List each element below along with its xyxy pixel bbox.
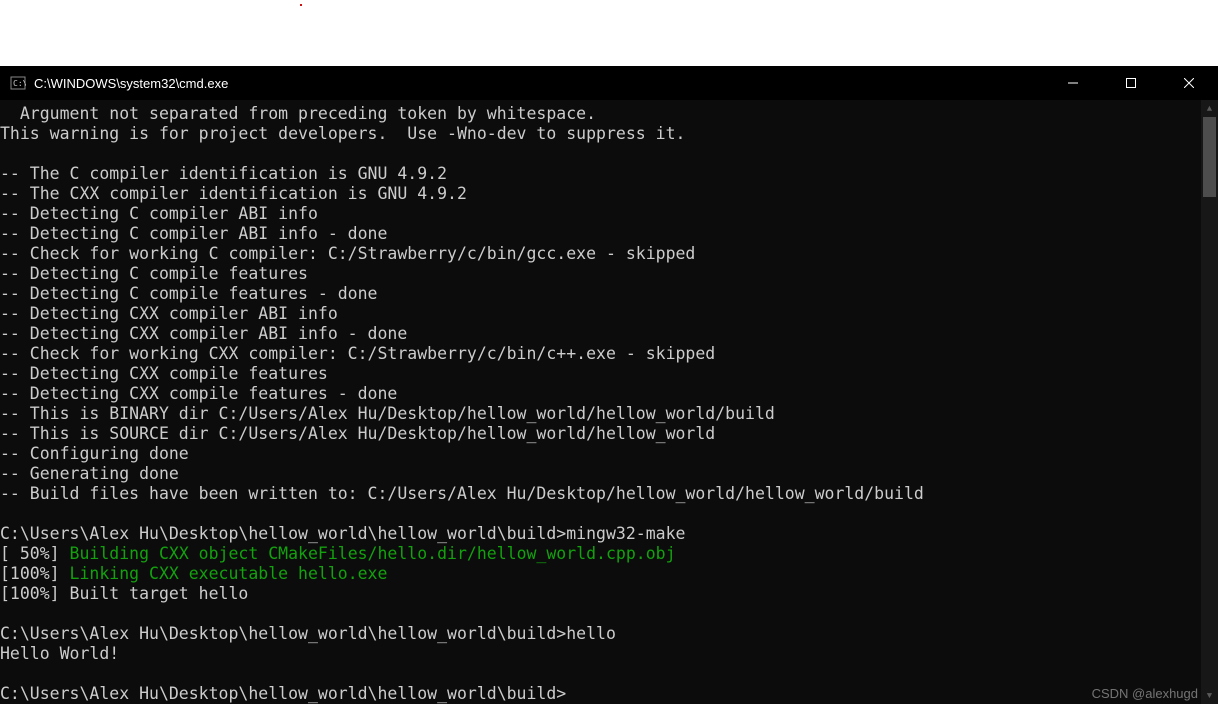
terminal-line: -- Configuring done <box>0 444 1201 464</box>
terminal-line <box>0 144 1201 164</box>
terminal-line: -- The C compiler identification is GNU … <box>0 164 1201 184</box>
terminal-line: -- Generating done <box>0 464 1201 484</box>
terminal-line: -- Check for working C compiler: C:/Stra… <box>0 244 1201 264</box>
window-title: C:\WINDOWS\system32\cmd.exe <box>34 76 228 91</box>
terminal-line: C:\Users\Alex Hu\Desktop\hellow_world\he… <box>0 624 1201 644</box>
scroll-thumb[interactable] <box>1203 117 1216 197</box>
terminal-output[interactable]: Argument not separated from preceding to… <box>0 100 1201 704</box>
terminal-line: This warning is for project developers. … <box>0 124 1201 144</box>
terminal-line: -- Detecting CXX compiler ABI info - don… <box>0 324 1201 344</box>
terminal-line <box>0 604 1201 624</box>
scroll-track[interactable] <box>1201 117 1218 687</box>
terminal-line: Argument not separated from preceding to… <box>0 104 1201 124</box>
terminal-line: -- Detecting C compile features <box>0 264 1201 284</box>
page-background <box>0 0 1218 66</box>
titlebar[interactable]: C:\ C:\WINDOWS\system32\cmd.exe <box>0 66 1218 100</box>
terminal-line: -- The CXX compiler identification is GN… <box>0 184 1201 204</box>
cmd-window: C:\ C:\WINDOWS\system32\cmd.exe Argument… <box>0 66 1218 704</box>
red-marker <box>300 4 302 6</box>
terminal-line: [100%] Built target hello <box>0 584 1201 604</box>
svg-text:C:\: C:\ <box>13 79 26 88</box>
terminal-line: -- Detecting CXX compile features <box>0 364 1201 384</box>
cmd-icon: C:\ <box>10 75 26 91</box>
terminal-line: -- Build files have been written to: C:/… <box>0 484 1201 504</box>
terminal-line <box>0 664 1201 684</box>
terminal-line: -- This is SOURCE dir C:/Users/Alex Hu/D… <box>0 424 1201 444</box>
maximize-button[interactable] <box>1102 66 1160 100</box>
terminal-line: [100%] Linking CXX executable hello.exe <box>0 564 1201 584</box>
terminal-line: -- Detecting C compile features - done <box>0 284 1201 304</box>
scroll-up-arrow[interactable]: ▲ <box>1201 100 1218 117</box>
terminal-line: C:\Users\Alex Hu\Desktop\hellow_world\he… <box>0 524 1201 544</box>
minimize-button[interactable] <box>1044 66 1102 100</box>
close-button[interactable] <box>1160 66 1218 100</box>
terminal-line: -- Detecting C compiler ABI info <box>0 204 1201 224</box>
terminal-line: -- Check for working CXX compiler: C:/St… <box>0 344 1201 364</box>
terminal-line <box>0 504 1201 524</box>
terminal-line: C:\Users\Alex Hu\Desktop\hellow_world\he… <box>0 684 1201 704</box>
terminal-line: -- Detecting CXX compile features - done <box>0 384 1201 404</box>
window-controls <box>1044 66 1218 100</box>
vertical-scrollbar[interactable]: ▲ ▼ <box>1201 100 1218 704</box>
terminal-line: -- This is BINARY dir C:/Users/Alex Hu/D… <box>0 404 1201 424</box>
scroll-down-arrow[interactable]: ▼ <box>1201 687 1218 704</box>
terminal-line: -- Detecting C compiler ABI info - done <box>0 224 1201 244</box>
terminal-line: [ 50%] Building CXX object CMakeFiles/he… <box>0 544 1201 564</box>
terminal-line: -- Detecting CXX compiler ABI info <box>0 304 1201 324</box>
terminal-line: Hello World! <box>0 644 1201 664</box>
